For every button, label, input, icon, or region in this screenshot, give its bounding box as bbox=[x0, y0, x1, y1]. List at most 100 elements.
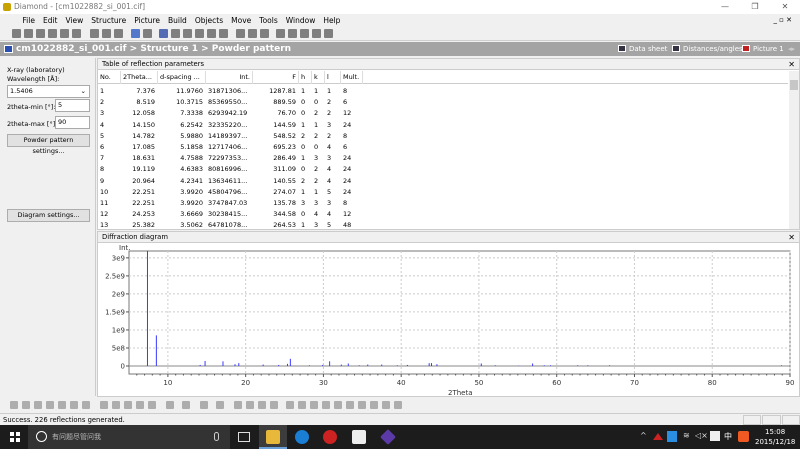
column-header[interactable]: l bbox=[325, 71, 341, 84]
paste-structure-icon[interactable] bbox=[394, 401, 402, 409]
wavelength-select[interactable]: 1.5406 ⌄ bbox=[7, 85, 90, 98]
plane-icon[interactable] bbox=[148, 401, 156, 409]
column-header[interactable]: Mult. bbox=[341, 71, 363, 84]
move-icon[interactable] bbox=[298, 401, 306, 409]
sphere-icon[interactable] bbox=[82, 401, 90, 409]
menu-window[interactable]: Window bbox=[282, 14, 320, 27]
new-icon[interactable] bbox=[11, 29, 21, 38]
picture-icon[interactable] bbox=[171, 29, 180, 38]
bars-icon[interactable] bbox=[234, 401, 242, 409]
column-header[interactable]: 2Theta... bbox=[121, 71, 158, 84]
group-icon[interactable] bbox=[70, 401, 78, 409]
diagram-settings-button[interactable]: Diagram settings... bbox=[7, 209, 90, 222]
close-icon[interactable]: ✕ bbox=[788, 59, 795, 70]
column-header[interactable]: Int. bbox=[206, 71, 253, 84]
bond-icon[interactable] bbox=[10, 401, 18, 409]
menu-picture[interactable]: Picture bbox=[130, 14, 164, 27]
sogou-icon[interactable] bbox=[738, 431, 749, 442]
theta-min-input[interactable]: 5 bbox=[55, 99, 90, 112]
table-row[interactable]: 1 7.376 11.9760 31871306... 1287.81 1 1 1 8 bbox=[98, 85, 788, 97]
grid-icon[interactable] bbox=[182, 401, 190, 409]
menu-build[interactable]: Build bbox=[164, 14, 191, 27]
menu-tools[interactable]: Tools bbox=[255, 14, 281, 27]
app-icon[interactable] bbox=[323, 430, 337, 444]
close-button[interactable]: ✕ bbox=[770, 0, 800, 14]
taskbar-file-explorer[interactable] bbox=[259, 425, 287, 449]
diffraction-chart[interactable]: 10 20 30 40 50 60 70 80 90 0 5e8 1e9 1.5e9 2e9 2.5e9 3e… bbox=[98, 243, 800, 397]
scrollbar-thumb[interactable] bbox=[790, 80, 798, 90]
copy-structure-icon[interactable] bbox=[382, 401, 390, 409]
octagon-icon[interactable] bbox=[112, 401, 120, 409]
menu-move[interactable]: Move bbox=[227, 14, 255, 27]
font-icon[interactable] bbox=[200, 401, 208, 409]
table-row[interactable]: 5 14.782 5.9880 14189397... 548.52 2 2 2 8 bbox=[98, 130, 788, 142]
home-icon[interactable] bbox=[358, 401, 366, 409]
search-box[interactable]: 有问题尽管问我 bbox=[28, 425, 230, 449]
atom-add-icon[interactable] bbox=[247, 29, 257, 38]
tools-icon[interactable] bbox=[195, 29, 204, 38]
table-row[interactable]: 11 22.251 3.9920 3747847.03 135.78 3 3 3 8 bbox=[98, 197, 788, 209]
menu-help[interactable]: Help bbox=[319, 14, 344, 27]
vertical-scrollbar[interactable] bbox=[789, 71, 799, 229]
column-header[interactable]: h bbox=[299, 71, 312, 84]
undo-icon[interactable] bbox=[130, 29, 140, 38]
reset-icon[interactable] bbox=[324, 29, 333, 38]
chevron-up-icon[interactable]: ^ bbox=[640, 431, 647, 440]
volume-muted-icon[interactable]: ◁× bbox=[695, 431, 708, 440]
column-header[interactable]: d-spacing ... bbox=[158, 71, 206, 84]
microphone-icon[interactable] bbox=[214, 432, 219, 441]
minimize-button[interactable]: — bbox=[710, 0, 740, 14]
close-icon[interactable]: ✕ bbox=[788, 232, 795, 243]
table-row[interactable]: 12 24.253 3.6669 30238415... 344.58 0 4 4 12 bbox=[98, 208, 788, 220]
table-row[interactable]: 2 8.519 10.3715 85369550... 889.59 0 0 2 6 bbox=[98, 96, 788, 108]
clock-date[interactable]: 2015/12/18 bbox=[755, 438, 795, 446]
pan-icon[interactable] bbox=[322, 401, 330, 409]
tab-picture-1[interactable]: Picture 1 bbox=[742, 42, 784, 56]
label-icon[interactable] bbox=[166, 401, 174, 409]
atom-remove-icon[interactable] bbox=[259, 29, 269, 38]
arrow-icon[interactable] bbox=[34, 401, 42, 409]
tray-app-icon[interactable] bbox=[653, 433, 663, 440]
print-icon[interactable] bbox=[71, 29, 81, 38]
table-row[interactable]: 9 20.964 4.2341 13634611... 140.55 2 2 4 24 bbox=[98, 175, 788, 187]
zoom-icon[interactable] bbox=[312, 29, 321, 38]
cube-icon[interactable] bbox=[124, 401, 132, 409]
clock-time[interactable]: 15:08 bbox=[765, 428, 785, 436]
cross-icon[interactable] bbox=[276, 29, 285, 38]
pdf-icon[interactable] bbox=[352, 430, 366, 444]
wifi-icon[interactable]: ≋ bbox=[683, 431, 690, 440]
cluster-icon[interactable] bbox=[58, 401, 66, 409]
table-row[interactable]: 4 14.150 6.2542 32335220... 144.59 1 1 3 24 bbox=[98, 119, 788, 131]
tab-data-sheet[interactable]: Data sheet bbox=[618, 42, 667, 56]
frame-icon[interactable] bbox=[216, 401, 224, 409]
table-row[interactable]: 3 12.058 7.3338 6293942.19 76.70 0 2 2 12 bbox=[98, 107, 788, 119]
table-row[interactable]: 7 18.631 4.7588 72297353... 286.49 1 3 3 24 bbox=[98, 152, 788, 164]
task-view-icon[interactable] bbox=[238, 432, 250, 442]
fit-icon[interactable] bbox=[334, 401, 342, 409]
molecule-icon[interactable] bbox=[46, 401, 54, 409]
layers-icon[interactable] bbox=[183, 29, 192, 38]
copy-icon[interactable] bbox=[102, 29, 111, 38]
menu-view[interactable]: View bbox=[61, 14, 87, 27]
pen-icon[interactable] bbox=[258, 401, 266, 409]
atom-icon[interactable] bbox=[235, 29, 245, 38]
stack-icon[interactable] bbox=[219, 29, 228, 38]
triangle-icon[interactable] bbox=[246, 401, 254, 409]
start-icon[interactable] bbox=[10, 432, 20, 442]
menu-edit[interactable]: Edit bbox=[39, 14, 62, 27]
print-preview-icon[interactable] bbox=[59, 29, 69, 38]
rotate-icon[interactable] bbox=[310, 401, 318, 409]
paste-icon[interactable] bbox=[114, 29, 123, 38]
perspective-icon[interactable] bbox=[346, 401, 354, 409]
diamond-icon[interactable] bbox=[136, 401, 144, 409]
circle-icon[interactable] bbox=[100, 401, 108, 409]
table-row[interactable]: 13 25.382 3.5062 64781078... 264.53 1 3 5 48 bbox=[98, 219, 788, 231]
select-icon[interactable] bbox=[286, 401, 294, 409]
image-icon[interactable] bbox=[207, 29, 216, 38]
table-row[interactable]: 8 19.119 4.6383 80816996... 311.09 0 2 4 24 bbox=[98, 163, 788, 175]
tab-distances-angles[interactable]: Distances/angles bbox=[672, 42, 743, 56]
menu-file[interactable]: File bbox=[18, 14, 39, 27]
mdi-controls[interactable]: _ ▫ ✕ bbox=[769, 14, 796, 27]
diamond-app-icon[interactable] bbox=[380, 429, 396, 445]
find-icon[interactable] bbox=[47, 29, 57, 38]
